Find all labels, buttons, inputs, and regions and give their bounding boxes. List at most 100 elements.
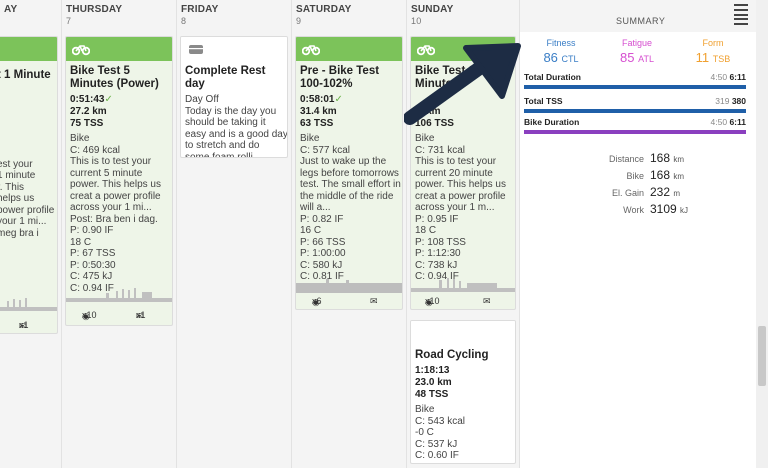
bike-icon [417,329,435,340]
total-tss-metric: Total TSS 319 380 [524,96,746,113]
stat-label: Work [623,205,644,215]
day-name: SATURDAY [296,4,352,15]
stat-value: 168 km [650,151,684,165]
rest-day-icon [189,45,203,54]
description-line: Bike [70,133,90,144]
description-line: 16 C [300,225,322,236]
bike-icon [72,45,90,56]
workout-card[interactable]: Pre - Bike Test 100-102% 0:58:01✓ 31.4 k… [295,36,403,310]
description-line: r. This [0,181,25,193]
description-line: C: 731 kcal [415,144,466,156]
description-line: C: 475 kJ [70,271,113,282]
equipment-count[interactable]: ◉ x10 [82,310,97,321]
workout-card[interactable]: Bike Test 5 Minutes (Power) 0:51:43✓ 27.… [65,36,173,326]
comment-icon: ✉ [136,311,144,321]
description-line: This is to test your [415,156,497,167]
card-header [296,37,402,61]
comment-count[interactable]: ✉ x1 [136,310,146,321]
scrollbar-thumb[interactable] [758,326,766,386]
description-line: easy and is a good day [185,128,288,140]
day-column-wednesday: AY t 1 Minute lest your1 minuter. Thishe… [0,0,62,468]
day-name: THURSDAY [66,4,123,15]
workout-card[interactable]: t 1 Minute lest your1 minuter. Thishelps… [0,36,58,334]
form-stat: Form 11 TSB [678,38,748,65]
day-name: SUNDAY [411,4,454,15]
card-body: Bike Test 5 Minutes (Power) 0:51:43✓ 27.… [66,61,172,294]
duration-value: 0:51:43 [70,94,105,105]
workout-title: Bike Test 5 Minutes (Power) [70,65,159,90]
description-line: 18 C [415,225,437,236]
day-header: SUNDAY 10 [407,0,519,28]
description-line: across your 1 mi... [70,202,152,213]
workout-card[interactable]: Road Cycling 1:18:13 23.0 km 48 TSS Bike… [410,320,516,464]
metric-done: 6:11 [729,117,746,127]
description-line: should be taking it [185,117,266,128]
description-line: P: 1:00:00 [300,248,346,259]
description-line: creat a power profile [70,190,161,202]
workout-title: t 1 Minute [0,69,51,81]
fitness-value: 86 CTL [526,50,596,65]
workout-distance: 27.2 km [70,106,107,117]
metric-planned: 4:50 [710,117,728,127]
equipment-count[interactable]: ◉ x10 [425,296,440,307]
bike-icon [302,45,320,56]
menu-icon[interactable] [734,4,748,16]
description-line: P: 0:50:30 [70,259,116,271]
description-line: power profile [0,204,55,216]
metric-label: Total TSS [524,96,563,106]
description-line: P: 66 TSS [300,236,346,248]
fatigue-stat: Fatigue 85 ATL [602,38,672,65]
bike-equipment-icon: ◉ [312,297,320,307]
metric-planned: 319 [715,96,730,106]
comment-icon[interactable]: ✉ [483,296,491,307]
comment-icon[interactable]: ✉ [370,296,378,307]
description-line: current 5 minute [70,167,143,179]
stat-unit: km [673,155,685,164]
workout-description: Bike C: 543 kcal -0 C C: 537 kJ C: 0.60 IF [415,404,511,462]
description-line: legs before tomorrows [300,167,399,179]
comment-count[interactable]: ✉ x1 [19,320,29,331]
description-line: C: 580 kJ [300,259,343,271]
day-number: 10 [411,16,422,26]
scrollbar[interactable] [756,0,768,468]
check-icon: ✓ [104,94,113,105]
card-header [0,37,57,61]
day-column-saturday: SATURDAY 9 Pre - Bike Test 100-102% 0:58:… [292,0,407,468]
description-line: creat a power profile [415,190,506,202]
description-line: Bike [415,404,435,415]
day-column-friday: FRIDAY 8 Complete Rest day Day Off Today i… [177,0,292,468]
workout-description: Bike C: 469 kcal This is to test your curre… [70,133,168,294]
description-line: the middle of the ride [300,190,394,202]
stat-label: Bike [626,171,644,181]
description-line: Just to wake up the [300,156,387,167]
workout-description: Bike C: 577 kcal Just to wake up the legs b… [300,133,401,283]
description-line: Bike [415,133,435,144]
workout-card[interactable]: Complete Rest day Day Off Today is the da… [180,36,288,158]
equipment-count[interactable]: ◉ x6 [312,296,322,307]
fatigue-value: 85 ATL [602,50,672,65]
fatigue-number: 85 [620,50,635,65]
metric-value: 4:50 6:11 [711,117,746,127]
summary-menu-icon[interactable] [734,18,748,26]
form-label: Form [702,38,724,48]
workout-description: Day Off Today is the day you should be tak… [185,94,288,157]
summary-title: SUMMARY [616,16,666,26]
description-line: C: 537 kJ [415,438,458,450]
day-header: SATURDAY 9 [292,0,406,28]
fitness-stat: Fitness 86 CTL [526,38,596,65]
fitness-number: 86 [543,50,558,65]
description-line: Today is the day you [185,105,277,117]
metric-value: 4:50 6:11 [711,72,746,82]
comment-icon: ✉ [19,321,27,331]
card-footer: ◉ x6 ✉ [296,295,402,309]
description-line: test. The small effort in [300,179,401,190]
day-name: AY [4,4,18,15]
day-name: FRIDAY [181,4,219,15]
fitness-label: Fitness [546,38,576,48]
form-unit: TSB [712,54,731,64]
workout-distance: 31.4 km [300,106,337,117]
description-line: est your [0,158,33,170]
card-header [411,321,515,345]
metric-done: 380 [731,96,746,106]
description-line: C: 0.60 IF [415,450,459,461]
